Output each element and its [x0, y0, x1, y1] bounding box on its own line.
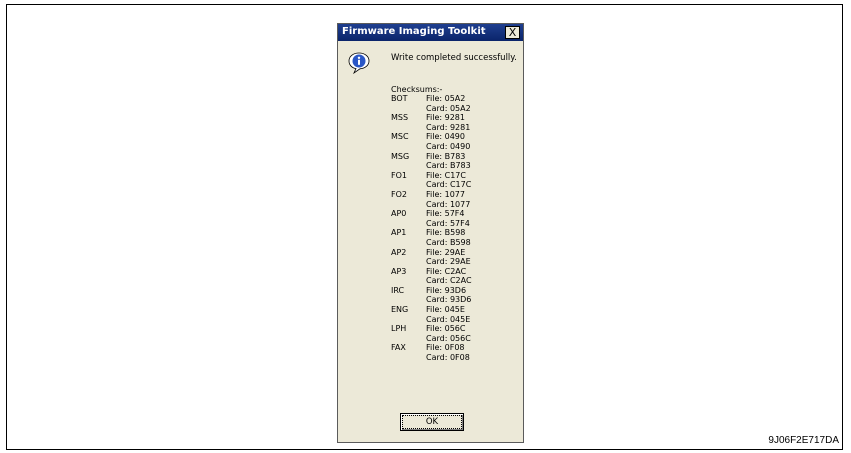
checksum-file: File: 045E — [426, 305, 465, 315]
checksum-name: MSC — [391, 132, 409, 142]
checksum-card: Card: 1077 — [426, 199, 471, 209]
checksum-name: AP1 — [391, 228, 407, 238]
checksum-values: File: 05A2 Card: 05A2 — [426, 94, 471, 113]
checksum-row: AP0 File: 57F4 Card: 57F4 — [391, 209, 516, 228]
dialog-title: Firmware Imaging Toolkit — [342, 26, 486, 37]
checksum-file: File: C17C — [426, 170, 466, 180]
checksum-row: ENG File: 045E Card: 045E — [391, 305, 516, 324]
checksum-file: File: 0F08 — [426, 343, 465, 353]
checksum-row: AP1 File: B598 Card: B598 — [391, 228, 516, 247]
checksum-row: MSC File: 0490 Card: 0490 — [391, 132, 516, 151]
title-bar[interactable]: Firmware Imaging Toolkit X — [338, 24, 523, 41]
checksum-card: Card: 29AE — [426, 257, 471, 267]
checksum-name: AP3 — [391, 266, 407, 276]
checksum-row: FO2 File: 1077 Card: 1077 — [391, 190, 516, 209]
checksum-values: File: 9281 Card: 9281 — [426, 113, 470, 132]
checksum-file: File: B598 — [426, 228, 466, 238]
checksum-row: MSG File: B783 Card: B783 — [391, 152, 516, 171]
checksum-card: Card: 0F08 — [426, 353, 470, 363]
checksum-file: File: 1077 — [426, 189, 465, 199]
checksum-name: IRC — [391, 285, 405, 295]
checksum-row: FAX File: 0F08 Card: 0F08 — [391, 343, 516, 362]
checksum-card: Card: 056C — [426, 333, 471, 343]
checksum-values: File: C17C Card: C17C — [426, 171, 471, 190]
checksum-file: File: 0490 — [426, 132, 465, 142]
checksum-list: BOT File: 05A2 Card: 05A2 MSS File: 9281 Card… — [391, 94, 516, 363]
checksum-name: MSS — [391, 113, 409, 123]
figure-caption: 9J06F2E717DA — [768, 435, 839, 446]
checksum-values: File: B598 Card: B598 — [426, 228, 471, 247]
checksum-values: File: 93D6 Card: 93D6 — [426, 286, 471, 305]
checksum-file: File: C2AC — [426, 266, 467, 276]
checksum-card: Card: B598 — [426, 237, 471, 247]
checksum-row: BOT File: 05A2 Card: 05A2 — [391, 94, 516, 113]
checksum-card: Card: 93D6 — [426, 295, 472, 305]
checksum-row: AP3 File: C2AC Card: C2AC — [391, 267, 516, 286]
checksum-values: File: 1077 Card: 1077 — [426, 190, 470, 209]
checksum-card: Card: 9281 — [426, 122, 471, 132]
checksum-card: Card: 0490 — [426, 141, 471, 151]
checksum-values: File: 29AE Card: 29AE — [426, 248, 471, 267]
checksum-file: File: B783 — [426, 151, 466, 161]
checksum-values: File: 056C Card: 056C — [426, 324, 471, 343]
checksum-values: File: 0490 Card: 0490 — [426, 132, 470, 151]
checksum-card: Card: C2AC — [426, 276, 472, 286]
checksum-name: FO2 — [391, 189, 407, 199]
checksum-card: Card: 57F4 — [426, 218, 470, 228]
checksum-card: Card: 05A2 — [426, 103, 471, 113]
ok-button[interactable]: OK — [400, 413, 464, 431]
ok-button-label: OK — [402, 415, 462, 429]
checksum-row: MSS File: 9281 Card: 9281 — [391, 113, 516, 132]
checksum-card: Card: B783 — [426, 161, 471, 171]
info-icon — [348, 52, 370, 75]
checksum-row: IRC File: 93D6 Card: 93D6 — [391, 286, 516, 305]
checksum-values: File: C2AC Card: C2AC — [426, 267, 472, 286]
close-button[interactable]: X — [505, 26, 520, 39]
checksum-values: File: B783 Card: B783 — [426, 152, 471, 171]
checksum-file: File: 9281 — [426, 113, 465, 123]
checksum-values: File: 0F08 Card: 0F08 — [426, 343, 470, 362]
close-icon: X — [508, 26, 517, 39]
checksum-file: File: 93D6 — [426, 285, 467, 295]
checksum-name: AP0 — [391, 209, 407, 219]
checksum-name: LPH — [391, 324, 407, 334]
checksum-values: File: 57F4 Card: 57F4 — [426, 209, 470, 228]
checksum-row: AP2 File: 29AE Card: 29AE — [391, 248, 516, 267]
checksum-card: Card: 045E — [426, 314, 471, 324]
checksum-file: File: 05A2 — [426, 94, 466, 103]
checksum-file: File: 056C — [426, 324, 466, 334]
checksum-row: LPH File: 056C Card: 056C — [391, 324, 516, 343]
firmware-dialog: Firmware Imaging Toolkit X Write complet… — [337, 23, 524, 443]
status-message: Write completed successfully. — [391, 53, 517, 63]
checksum-name: BOT — [391, 94, 408, 103]
checksum-name: AP2 — [391, 247, 407, 257]
checksum-name: MSG — [391, 151, 410, 161]
checksum-values: File: 045E Card: 045E — [426, 305, 470, 324]
checksum-name: FAX — [391, 343, 406, 353]
checksum-row: FO1 File: C17C Card: C17C — [391, 171, 516, 190]
checksum-name: ENG — [391, 305, 409, 315]
checksum-file: File: 29AE — [426, 247, 466, 257]
checksum-card: Card: C17C — [426, 180, 472, 190]
checksums-heading: Checksums:- — [391, 85, 443, 94]
checksum-file: File: 57F4 — [426, 209, 465, 219]
checksum-name: FO1 — [391, 170, 407, 180]
